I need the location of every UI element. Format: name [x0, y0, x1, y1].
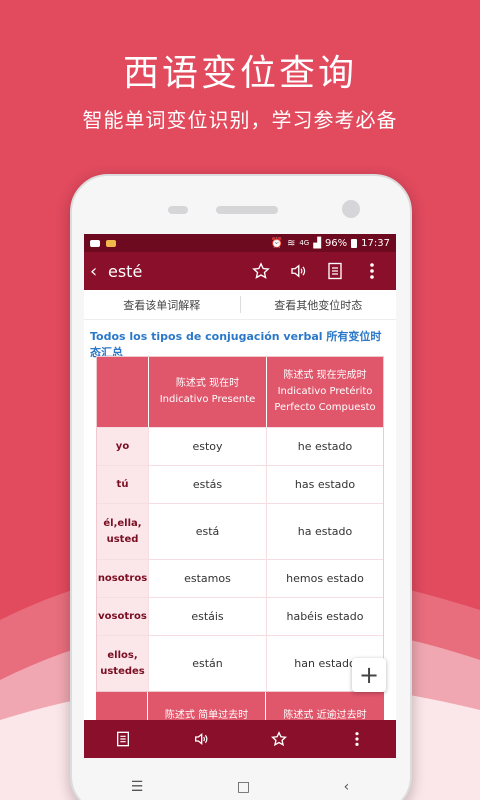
back-icon[interactable]: ‹	[344, 779, 350, 795]
more-vert-icon	[355, 732, 359, 746]
page-title: esté	[108, 261, 143, 281]
bottom-notes-button[interactable]	[84, 720, 162, 758]
header-perfect-cn: 陈述式 现在完成时	[283, 370, 367, 381]
perfect-cell: habéis estado	[266, 598, 383, 635]
header-empty-cell	[97, 357, 148, 427]
pronounce-button[interactable]	[279, 252, 316, 290]
pronoun-cell: yo	[97, 428, 148, 465]
more-vert-icon	[369, 263, 374, 279]
table-row: vosotros estáis habéis estado	[97, 597, 383, 635]
perfect-cell: ha estado	[266, 504, 383, 559]
speaker-icon	[290, 264, 305, 278]
present-cell: está	[148, 504, 266, 559]
table-row: tú estás has estado	[97, 465, 383, 503]
wifi-icon: ≋	[286, 237, 296, 249]
header-perfect-es-line2: Perfecto Compuesto	[274, 402, 376, 413]
signal-label: 4G	[299, 239, 310, 247]
header-perfect-es-line1: Indicativo Pretérito	[277, 386, 373, 397]
conjugation-table: 陈述式 现在时 Indicativo Presente 陈述式 现在完成时 In…	[96, 356, 384, 692]
present-cell: estamos	[148, 560, 266, 597]
pronoun-line1: él,ella,	[103, 517, 142, 529]
add-button[interactable]: +	[352, 658, 386, 692]
status-bar: ⏰ ≋ 4G ▟ 96% 17:37	[84, 234, 396, 252]
header-present-cn: 陈述式 现在时	[175, 378, 240, 389]
favorite-button[interactable]	[242, 252, 279, 290]
pronoun-line2: usted	[106, 533, 139, 545]
tab-other-tenses[interactable]: 查看其他变位时态	[241, 290, 397, 319]
pronoun-line1: ellos,	[107, 649, 138, 661]
bottom-pronounce-button[interactable]	[162, 720, 240, 758]
perfect-cell: hemos estado	[266, 560, 383, 597]
present-cell: estoy	[148, 428, 266, 465]
system-nav-bar: ☰ □ ‹	[84, 774, 396, 800]
header-present-es: Indicativo Presente	[159, 394, 256, 405]
home-icon[interactable]: □	[237, 779, 250, 795]
hero-title: 西语变位查询	[122, 53, 357, 94]
bottom-favorite-button[interactable]	[240, 720, 318, 758]
battery-icon	[351, 238, 358, 248]
bottom-toolbar	[84, 720, 396, 758]
header-perfect: 陈述式 现在完成时 Indicativo Pretérito Perfecto …	[266, 357, 383, 427]
table-row: ellos, ustedes están han estado	[97, 635, 383, 691]
more-menu-button[interactable]	[353, 252, 390, 290]
perfect-cell: he estado	[266, 428, 383, 465]
speaker-icon	[195, 732, 208, 746]
perfect-cell: has estado	[266, 466, 383, 503]
header-present: 陈述式 现在时 Indicativo Presente	[148, 357, 266, 427]
table-row: nosotros estamos hemos estado	[97, 559, 383, 597]
front-camera	[342, 200, 360, 218]
app-notification-icon	[106, 239, 116, 247]
menu-icon[interactable]: ☰	[131, 779, 144, 795]
pronoun-cell: él,ella, usted	[97, 504, 148, 559]
table-row: yo estoy he estado	[97, 427, 383, 465]
pronoun-cell: nosotros	[97, 560, 148, 597]
tab-word-explanation[interactable]: 查看该单词解释	[84, 290, 240, 319]
present-cell: estás	[148, 466, 266, 503]
notes-button[interactable]	[316, 252, 353, 290]
pronoun-cell: vosotros	[97, 598, 148, 635]
pronoun-line2: ustedes	[100, 665, 145, 677]
chevron-left-icon[interactable]: ‹	[90, 261, 104, 282]
app-bar: ‹ esté	[84, 252, 396, 290]
alarm-icon: ⏰	[270, 237, 283, 249]
table-row: él,ella, usted está ha estado	[97, 503, 383, 559]
battery-percent: 96%	[324, 237, 348, 249]
hero-subtitle: 智能单词变位识别，学习参考必备	[82, 108, 398, 132]
list-icon	[117, 731, 129, 747]
clock: 17:37	[361, 237, 390, 249]
present-cell: están	[148, 636, 266, 691]
star-icon	[251, 262, 270, 279]
list-icon	[327, 262, 342, 280]
earpiece-speaker	[216, 206, 278, 214]
bottom-more-button[interactable]	[318, 720, 396, 758]
star-icon	[271, 731, 287, 747]
message-icon	[90, 239, 100, 247]
pronoun-cell: ellos, ustedes	[97, 636, 148, 691]
sensor	[168, 206, 188, 214]
tab-bar: 查看该单词解释 查看其他变位时态	[84, 290, 396, 320]
phone-screen: ⏰ ≋ 4G ▟ 96% 17:37 ‹ esté 查看该单词解释 查看其他变位…	[84, 234, 396, 758]
present-cell: estáis	[148, 598, 266, 635]
pronoun-cell: tú	[97, 466, 148, 503]
table-header: 陈述式 现在时 Indicativo Presente 陈述式 现在完成时 In…	[97, 357, 383, 427]
signal-icon: ▟	[313, 237, 321, 249]
